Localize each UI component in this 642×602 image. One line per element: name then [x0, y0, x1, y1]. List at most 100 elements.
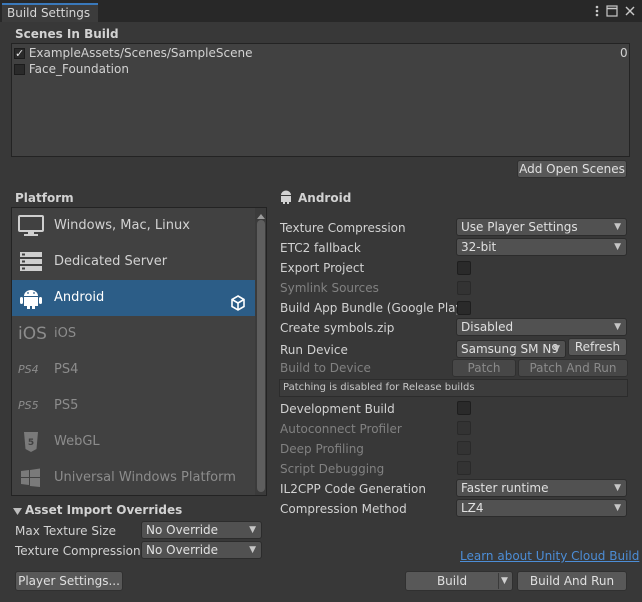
platform-scrollbar-thumb[interactable] [257, 220, 265, 492]
asset-import-overrides-header[interactable]: Asset Import Overrides [25, 503, 182, 517]
scene-name: ExampleAssets/Scenes/SampleScene [28, 46, 253, 60]
scroll-up-arrow-icon[interactable] [257, 210, 265, 219]
dropdown-value: Disabled [461, 320, 514, 334]
deep-profiling-checkbox[interactable] [457, 441, 471, 455]
export-project-label: Export Project [280, 261, 365, 275]
platform-label: PS5 [54, 398, 79, 413]
dropdown-value: Use Player Settings [461, 220, 578, 234]
ps5-icon: PS5 [18, 399, 39, 412]
scene-row-sample[interactable]: ✓ ExampleAssets/Scenes/SampleScene [14, 45, 252, 61]
close-icon[interactable] [624, 5, 636, 17]
more-icon[interactable] [594, 4, 600, 18]
cloud-build-link[interactable]: Learn about Unity Cloud Build [460, 549, 639, 563]
patching-notice: Patching is disabled for Release builds [279, 379, 628, 397]
deep-profiling-label: Deep Profiling [280, 442, 364, 456]
platform-item-ps4[interactable]: PS4 PS4 [12, 352, 252, 388]
etc2-fallback-label: ETC2 fallback [280, 241, 361, 255]
dropdown-arrow-icon: ▼ [249, 545, 256, 555]
build-split-divider [498, 573, 499, 589]
platform-header: Platform [15, 191, 74, 205]
compression-method-dropdown[interactable]: LZ4 ▼ [456, 499, 627, 517]
ios-icon: iOS [18, 324, 47, 344]
android-icon [279, 189, 293, 205]
create-symbols-label: Create symbols.zip [280, 321, 395, 335]
platform-item-uwp[interactable]: Universal Windows Platform [12, 460, 252, 495]
html5-icon: 5 [18, 431, 44, 453]
texture-compression-dropdown[interactable]: Use Player Settings ▼ [456, 218, 627, 236]
platform-label: Windows, Mac, Linux [54, 218, 190, 233]
dropdown-arrow-icon: ▼ [614, 242, 621, 252]
etc2-fallback-dropdown[interactable]: 32-bit ▼ [456, 238, 627, 256]
server-icon [18, 251, 44, 273]
max-texture-size-label: Max Texture Size [15, 524, 116, 538]
import-texture-compression-label: Texture Compression [15, 544, 141, 558]
scene-checkbox[interactable] [14, 64, 25, 75]
scenes-in-build-header: Scenes In Build [15, 27, 119, 41]
platform-label: Dedicated Server [54, 254, 168, 269]
dropdown-value: Faster runtime [461, 481, 549, 495]
dropdown-arrow-icon: ▼ [614, 322, 621, 332]
platform-item-android[interactable]: Android [12, 280, 255, 316]
android-icon [18, 287, 44, 309]
build-button[interactable]: Build [405, 571, 513, 591]
dropdown-arrow-icon: ▼ [614, 222, 621, 232]
platform-item-ps5[interactable]: PS5 PS5 [12, 388, 252, 424]
autoconnect-profiler-checkbox[interactable] [457, 421, 471, 435]
svg-text:5: 5 [28, 438, 34, 448]
texture-compression-label: Texture Compression [280, 221, 406, 235]
refresh-button[interactable]: Refresh [568, 338, 627, 356]
build-and-run-button[interactable]: Build And Run [517, 571, 627, 591]
development-build-checkbox[interactable] [457, 401, 471, 415]
scene-checkbox[interactable]: ✓ [14, 48, 25, 59]
platform-label: Universal Windows Platform [54, 470, 236, 485]
dropdown-arrow-icon: ▼ [614, 483, 621, 493]
patch-and-run-button[interactable]: Patch And Run [518, 359, 628, 377]
dropdown-value: 32-bit [461, 240, 497, 254]
add-open-scenes-button[interactable]: Add Open Scenes [517, 160, 627, 178]
android-title: Android [298, 191, 352, 205]
script-debugging-checkbox[interactable] [457, 461, 471, 475]
export-project-checkbox[interactable] [457, 261, 471, 275]
platform-item-windows[interactable]: Windows, Mac, Linux [12, 208, 252, 244]
run-device-dropdown[interactable]: Samsung SM N9 ▼ [456, 340, 566, 358]
maximize-icon[interactable] [606, 5, 618, 17]
import-texture-compression-dropdown[interactable]: No Override ▼ [141, 541, 262, 559]
dropdown-value: LZ4 [461, 501, 484, 515]
dropdown-value: No Override [146, 523, 219, 537]
build-options-arrow-icon[interactable]: ▼ [501, 576, 511, 586]
dropdown-value: No Override [146, 543, 219, 557]
autoconnect-profiler-label: Autoconnect Profiler [280, 422, 402, 436]
platform-label: iOS [54, 326, 77, 341]
symlink-sources-checkbox[interactable] [457, 281, 471, 295]
development-build-label: Development Build [280, 402, 395, 416]
platform-label: PS4 [54, 362, 79, 377]
create-symbols-dropdown[interactable]: Disabled ▼ [456, 318, 627, 336]
checkmark-icon: ✓ [15, 47, 25, 60]
foldout-arrow-icon[interactable] [13, 505, 22, 515]
patch-button[interactable]: Patch [452, 359, 516, 377]
build-app-bundle-label: Build App Bundle (Google Play) [280, 301, 468, 315]
platform-list[interactable]: Windows, Mac, Linux Dedicated Server And… [11, 207, 267, 496]
dropdown-arrow-icon: ▼ [614, 503, 621, 513]
windows-icon [18, 467, 44, 489]
script-debugging-label: Script Debugging [280, 462, 385, 476]
platform-item-webgl[interactable]: 5 WebGL [12, 424, 252, 460]
monitor-icon [18, 215, 44, 237]
platform-item-ios[interactable]: iOS iOS [12, 316, 252, 352]
il2cpp-dropdown[interactable]: Faster runtime ▼ [456, 479, 627, 497]
build-app-bundle-checkbox[interactable] [457, 301, 471, 315]
run-device-label: Run Device [280, 343, 348, 357]
compression-method-label: Compression Method [280, 502, 407, 516]
scene-name: Face_Foundation [28, 62, 129, 76]
max-texture-size-dropdown[interactable]: No Override ▼ [141, 521, 262, 539]
unity-active-icon [230, 290, 246, 311]
platform-item-dedicated-server[interactable]: Dedicated Server [12, 244, 252, 280]
build-settings-tab[interactable]: Build Settings [2, 3, 98, 22]
symlink-sources-label: Symlink Sources [280, 281, 379, 295]
dropdown-arrow-icon: ▼ [249, 525, 256, 535]
scene-index: 0 [620, 46, 628, 60]
ps4-icon: PS4 [18, 363, 39, 376]
dropdown-arrow-icon: ▼ [553, 344, 560, 354]
player-settings-button[interactable]: Player Settings... [15, 571, 123, 591]
scene-row-face[interactable]: Face_Foundation [14, 61, 129, 77]
